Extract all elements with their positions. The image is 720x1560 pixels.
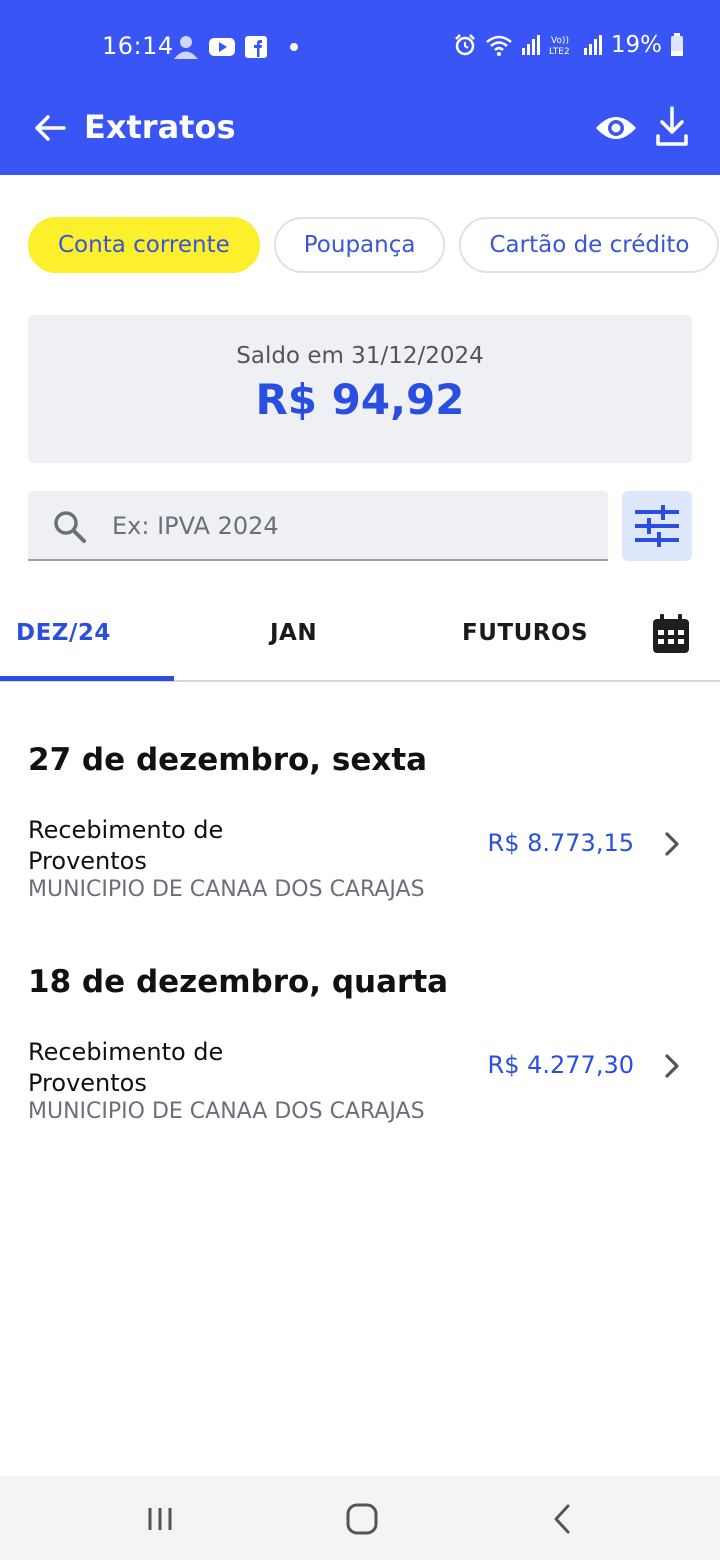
svg-text:LTE2: LTE2 bbox=[549, 47, 570, 57]
period-tabs: DEZ/24 JAN FUTUROS bbox=[0, 590, 720, 682]
wifi-icon bbox=[486, 35, 512, 56]
date-heading: 27 de dezembro, sexta bbox=[28, 742, 428, 778]
sliders-icon bbox=[635, 505, 679, 547]
filter-button[interactable] bbox=[622, 491, 692, 561]
svg-text:Vo)): Vo)) bbox=[551, 36, 569, 46]
back-nav-icon[interactable] bbox=[544, 1502, 584, 1536]
chevron-right-icon bbox=[665, 832, 679, 856]
signal-icon bbox=[521, 35, 540, 55]
search-icon bbox=[54, 511, 86, 543]
battery-percent: 19% bbox=[610, 32, 662, 58]
battery-icon bbox=[671, 33, 683, 56]
status-bar: 16:14 Vo)) LTE2 19% bbox=[0, 0, 720, 92]
transaction-amount: R$ 8.773,15 bbox=[487, 829, 634, 857]
tab-jan[interactable]: JAN bbox=[270, 620, 317, 646]
alarm-icon bbox=[454, 34, 475, 56]
balance-card: Saldo em 31/12/2024 R$ 94,92 bbox=[28, 315, 692, 463]
system-nav-bar bbox=[0, 1476, 720, 1560]
page-title: Extratos bbox=[84, 108, 236, 146]
tab-dez-24[interactable]: DEZ/24 bbox=[16, 620, 111, 646]
active-tab-indicator bbox=[0, 676, 174, 681]
transaction-amount: R$ 4.277,30 bbox=[487, 1051, 634, 1079]
balance-label: Saldo em 31/12/2024 bbox=[236, 343, 484, 369]
facebook-icon bbox=[245, 36, 267, 58]
status-time: 16:14 bbox=[102, 32, 174, 60]
volte-icon: Vo)) LTE2 bbox=[549, 36, 570, 57]
chevron-right-icon bbox=[665, 1054, 679, 1078]
signal-icon bbox=[583, 35, 602, 55]
search-input[interactable] bbox=[112, 503, 592, 549]
app-top-bar: 16:14 Vo)) LTE2 19% Extratos bbox=[0, 0, 720, 175]
download-icon[interactable] bbox=[652, 104, 692, 148]
tab-futuros[interactable]: FUTUROS bbox=[462, 620, 588, 646]
transaction-row[interactable]: Recebimento de Proventos MUNICIPIO DE CA… bbox=[0, 815, 720, 911]
status-left-icons bbox=[172, 34, 302, 60]
chip-cartao-de-credito[interactable]: Cartão de crédito bbox=[459, 217, 720, 273]
youtube-icon bbox=[209, 38, 235, 56]
eye-icon[interactable] bbox=[594, 108, 638, 148]
transaction-row[interactable]: Recebimento de Proventos MUNICIPIO DE CA… bbox=[0, 1037, 720, 1133]
transaction-name: Recebimento de Proventos bbox=[28, 1038, 224, 1097]
balance-value: R$ 94,92 bbox=[255, 375, 465, 424]
transaction-source: MUNICIPIO DE CANAA DOS CARAJAS bbox=[28, 1099, 425, 1124]
dot-icon bbox=[290, 43, 298, 51]
chip-poupanca[interactable]: Poupança bbox=[273, 217, 446, 273]
account-icon bbox=[174, 36, 198, 59]
transaction-name: Recebimento de Proventos bbox=[28, 816, 224, 875]
account-type-chips: Conta corrente Poupança Cartão de crédit… bbox=[28, 217, 720, 273]
status-right-icons: Vo)) LTE2 19% bbox=[453, 32, 684, 58]
home-icon[interactable] bbox=[342, 1502, 382, 1536]
search-bar bbox=[28, 491, 608, 561]
chip-conta-corrente[interactable]: Conta corrente bbox=[28, 217, 260, 273]
transaction-source: MUNICIPIO DE CANAA DOS CARAJAS bbox=[28, 877, 425, 902]
back-arrow-icon[interactable] bbox=[30, 108, 70, 148]
app-header: Extratos bbox=[0, 92, 720, 175]
date-heading: 18 de dezembro, quarta bbox=[28, 964, 449, 1000]
recent-apps-icon[interactable] bbox=[140, 1502, 180, 1536]
calendar-icon[interactable] bbox=[652, 614, 690, 654]
